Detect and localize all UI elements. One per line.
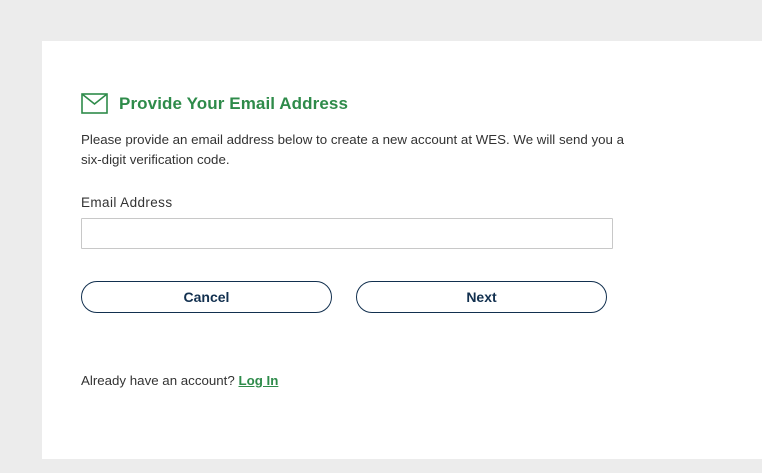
- login-prompt-text: Already have an account?: [81, 373, 235, 388]
- next-button[interactable]: Next: [356, 281, 607, 313]
- email-label: Email Address: [81, 195, 173, 210]
- cancel-button[interactable]: Cancel: [81, 281, 332, 313]
- login-prompt: Already have an account? Log In: [81, 373, 278, 388]
- email-field[interactable]: [81, 218, 613, 249]
- login-link[interactable]: Log In: [238, 373, 278, 388]
- signup-card: Provide Your Email Address Please provid…: [42, 41, 762, 459]
- page-title: Provide Your Email Address: [119, 93, 349, 113]
- envelope-icon: [81, 93, 108, 114]
- form-heading: Provide Your Email Address: [81, 93, 348, 114]
- form-description: Please provide an email address below to…: [81, 132, 624, 167]
